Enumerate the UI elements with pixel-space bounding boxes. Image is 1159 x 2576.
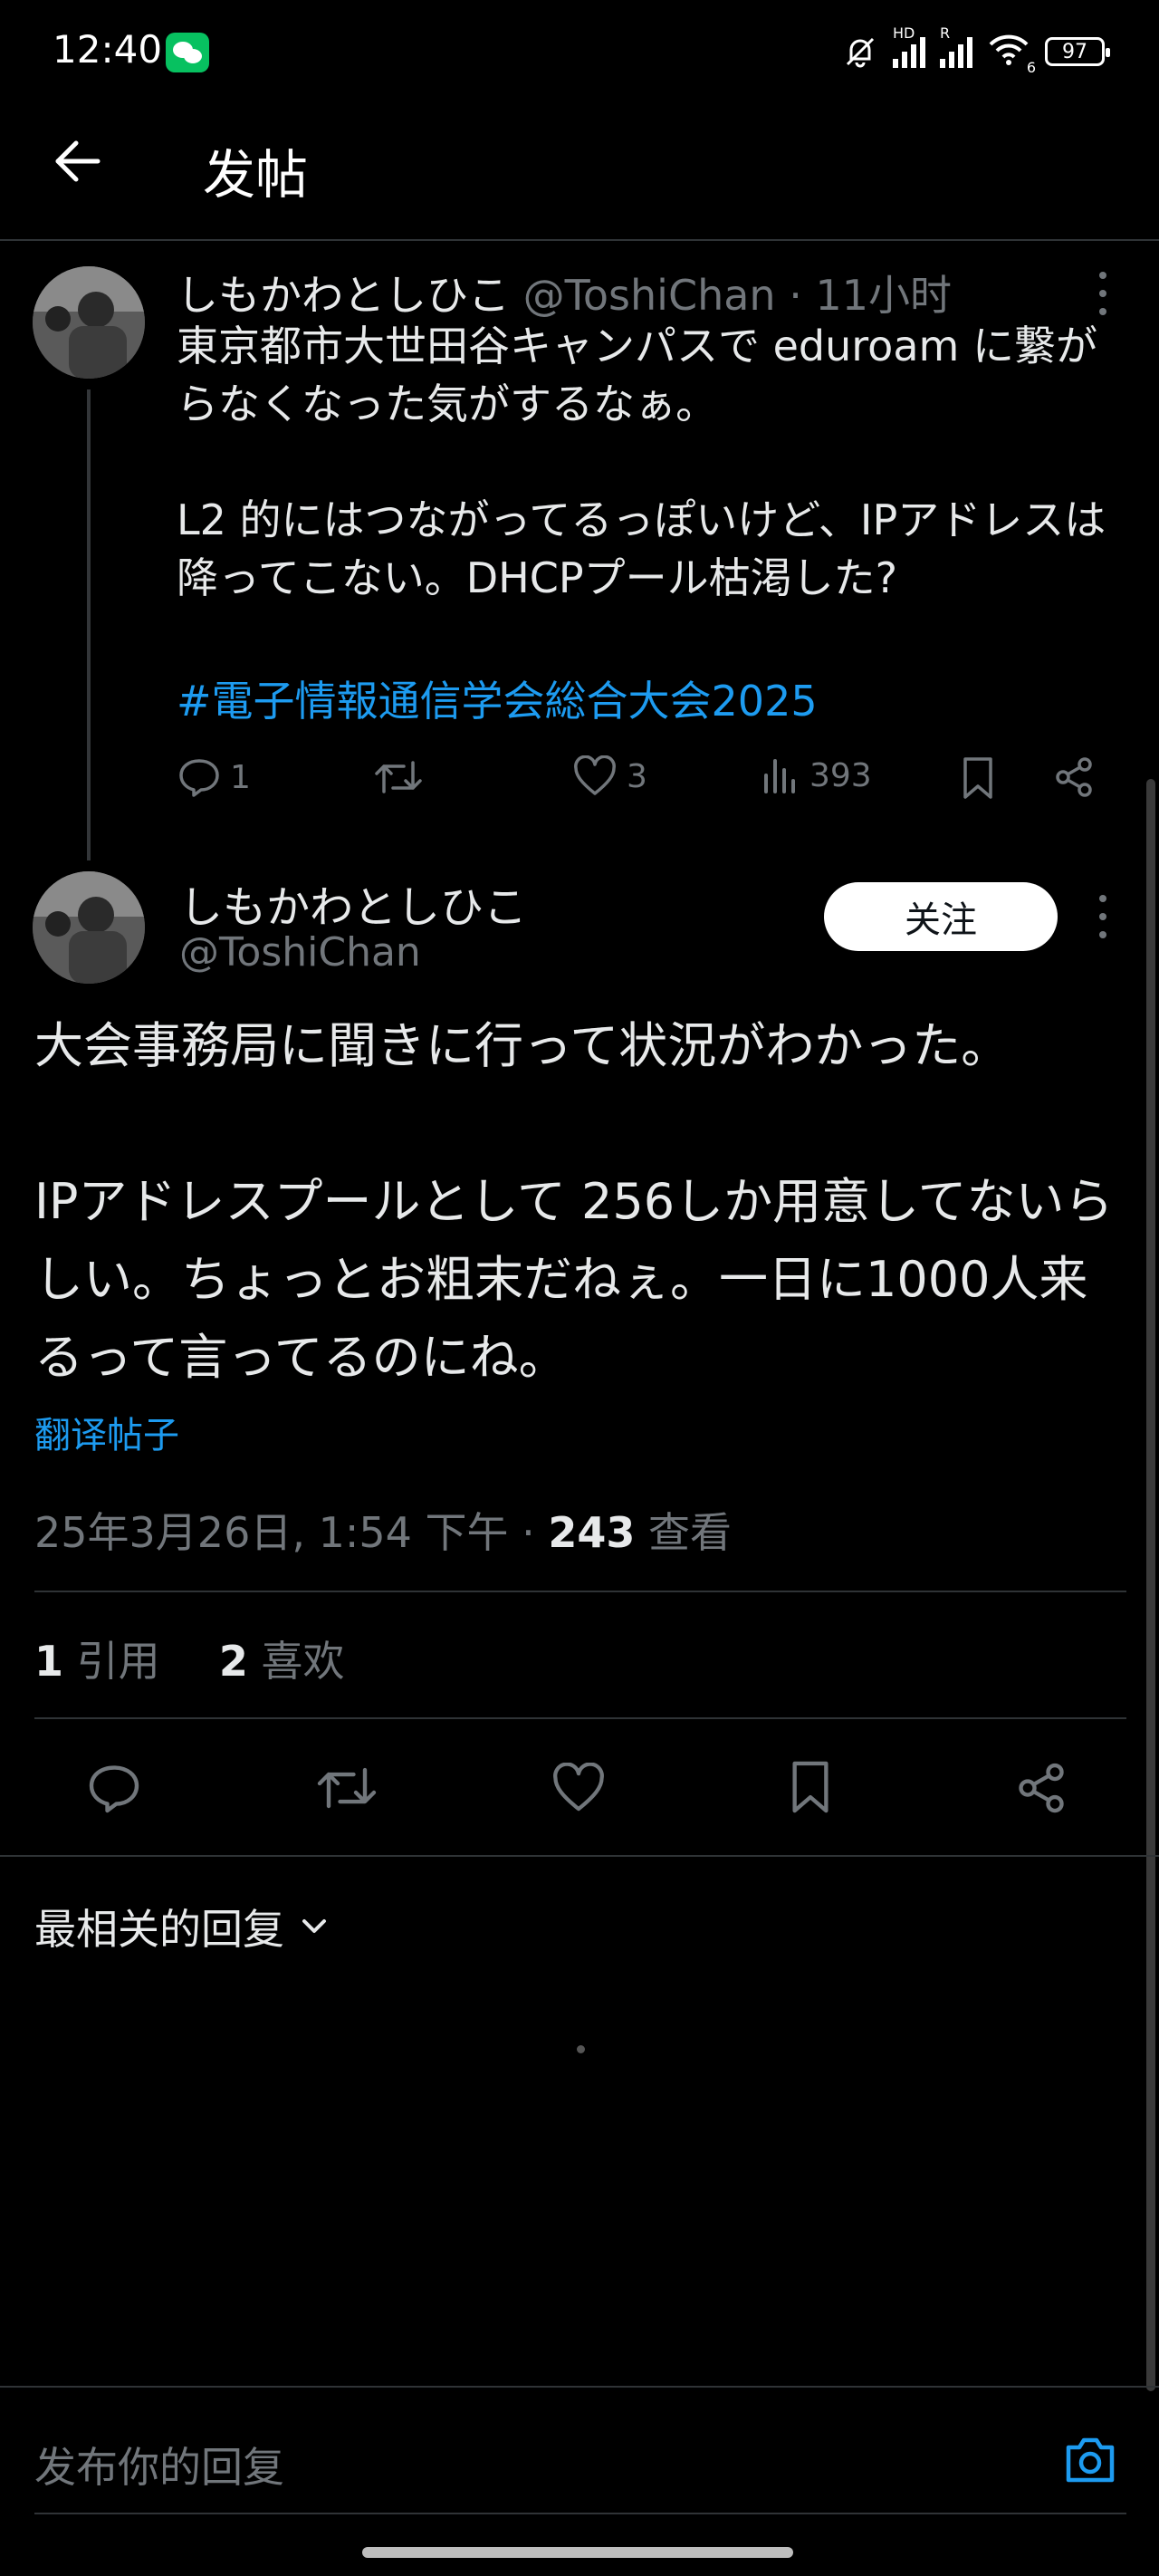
avatar-photo-icon bbox=[33, 266, 145, 379]
battery-icon: 97 bbox=[1045, 37, 1110, 66]
reply-sort-label: 最相关的回复 bbox=[34, 1905, 284, 1954]
reply-icon bbox=[179, 759, 219, 797]
parent-share-button[interactable] bbox=[1052, 755, 1096, 799]
translate-link[interactable]: 翻译帖子 bbox=[34, 1406, 179, 1458]
avatar[interactable] bbox=[33, 266, 145, 379]
parent-author-handle[interactable]: @ToshiChan bbox=[523, 271, 776, 320]
parent-action-row: 1 3 393 bbox=[0, 755, 1159, 810]
reply-sort-dropdown[interactable]: 最相关的回复 bbox=[34, 1897, 328, 1956]
parent-author-name[interactable]: しもかわとしひこ bbox=[177, 271, 510, 320]
parent-tweet-time: · 11小时 bbox=[789, 271, 952, 320]
camera-icon[interactable] bbox=[1061, 2431, 1119, 2489]
divider bbox=[0, 1855, 1159, 1857]
views-chart-icon bbox=[764, 759, 795, 793]
parent-retweet-button[interactable] bbox=[373, 755, 424, 799]
parent-bookmark-button[interactable] bbox=[960, 755, 996, 801]
main-author-name[interactable]: しもかわとしひこ bbox=[179, 871, 527, 935]
avatar-photo-icon bbox=[33, 871, 145, 984]
main-author-handle[interactable]: @ToshiChan bbox=[179, 929, 421, 976]
parent-view-count: 393 bbox=[809, 756, 872, 794]
divider bbox=[34, 1717, 1126, 1719]
home-indicator[interactable] bbox=[362, 2547, 793, 2558]
view-count: 243 bbox=[548, 1508, 636, 1557]
battery-level: 97 bbox=[1062, 40, 1087, 63]
divider bbox=[34, 1591, 1126, 1592]
view-label: 查看 bbox=[635, 1508, 733, 1557]
retweet-icon[interactable] bbox=[315, 1761, 378, 1815]
signal1-label: HD bbox=[893, 24, 915, 42]
heart-icon bbox=[574, 755, 616, 795]
share-icon[interactable] bbox=[1014, 1761, 1068, 1815]
status-icons: HD R 6 97 bbox=[842, 24, 1110, 76]
parent-like-count: 3 bbox=[627, 757, 647, 795]
loading-indicator bbox=[577, 2045, 585, 2053]
parent-more-icon[interactable] bbox=[1097, 272, 1108, 315]
parent-tweet-text: 東京都市大世田谷キャンパスで eduroam に繋がらなくなった気がするなぁ。 … bbox=[177, 322, 1106, 602]
wifi-icon bbox=[989, 34, 1029, 65]
quotes-label: 引用 bbox=[63, 1637, 160, 1686]
likes-label: 喜欢 bbox=[247, 1637, 345, 1686]
mute-bell-icon bbox=[846, 37, 875, 68]
engagement-stats: 1 引用 2 喜欢 bbox=[34, 1629, 345, 1688]
follow-button[interactable]: 关注 bbox=[824, 882, 1058, 951]
tweet-meta: 25年3月26日, 1:54 下午 · 243 查看 bbox=[34, 1500, 732, 1560]
parent-author[interactable]: しもかわとしひこ @ToshiChan · 11小时 bbox=[177, 263, 952, 322]
parent-reply-button[interactable]: 1 bbox=[177, 755, 251, 799]
chevron-down-icon bbox=[302, 1919, 326, 1933]
reply-input-underline bbox=[34, 2513, 1126, 2514]
header-divider bbox=[0, 239, 1159, 241]
scrollbar[interactable] bbox=[1146, 779, 1155, 2391]
quotes-count: 1 bbox=[34, 1637, 64, 1686]
reply-icon[interactable] bbox=[87, 1761, 141, 1815]
wechat-notification-icon bbox=[166, 33, 209, 72]
bookmark-icon[interactable] bbox=[788, 1759, 833, 1815]
heart-icon[interactable] bbox=[551, 1763, 607, 1813]
reply-input[interactable]: 发布你的回复 bbox=[34, 2435, 284, 2494]
retweet-icon bbox=[375, 761, 422, 793]
main-tweet-text: 大会事務局に聞きに行って状況がわかった。 IPアドレスプールとして 256しか用… bbox=[34, 1017, 1114, 1386]
parent-hashtag-link[interactable]: #電子情報通信学会総合大会2025 bbox=[177, 668, 818, 728]
page-title: 发帖 bbox=[203, 144, 309, 206]
wifi-label: 6 bbox=[1026, 58, 1036, 76]
share-icon bbox=[1056, 757, 1092, 797]
bookmark-icon bbox=[963, 757, 992, 799]
likes-stat[interactable]: 2 喜欢 bbox=[219, 1637, 345, 1686]
likes-count: 2 bbox=[218, 1637, 248, 1686]
back-arrow-icon[interactable] bbox=[51, 134, 105, 188]
main-avatar[interactable] bbox=[33, 871, 145, 984]
main-action-row bbox=[0, 1757, 1159, 1821]
quotes-stat[interactable]: 1 引用 bbox=[34, 1637, 160, 1686]
signal2-label: R bbox=[940, 24, 951, 42]
tweet-date: 25年3月26日, 1:54 下午 · bbox=[34, 1508, 549, 1557]
divider bbox=[0, 2386, 1159, 2388]
parent-like-button[interactable]: 3 bbox=[572, 755, 647, 797]
parent-reply-count: 1 bbox=[230, 758, 251, 796]
main-more-icon[interactable] bbox=[1097, 895, 1108, 938]
parent-views-button[interactable]: 393 bbox=[761, 755, 872, 795]
status-time: 12:40 bbox=[53, 27, 163, 72]
